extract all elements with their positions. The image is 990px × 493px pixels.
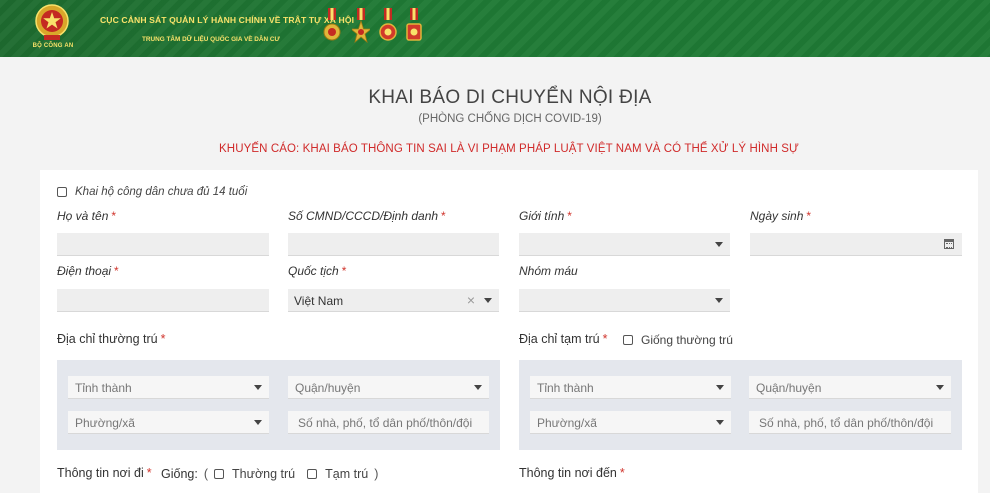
- medal-icon: [406, 8, 422, 41]
- same-departure-group: Giống: ( Thường trú Tạm trú ): [161, 467, 378, 481]
- page-title: KHAI BÁO DI CHUYỂN NỘI ĐỊA: [368, 87, 652, 108]
- id-number-input[interactable]: [288, 233, 499, 256]
- phone-label: Điện thoại *: [57, 264, 119, 278]
- nationality-select[interactable]: Việt Nam ×: [288, 289, 499, 312]
- same-temporary-checkbox[interactable]: [307, 469, 318, 479]
- medal-icon: [379, 8, 397, 41]
- proxy-declare-label: Khai hộ công dân chưa đủ 14 tuổi: [75, 186, 248, 198]
- police-emblem-icon: [35, 4, 69, 40]
- district-placeholder: Quận/huyện: [756, 381, 822, 395]
- permanent-street-input[interactable]: Số nhà, phố, tổ dân phố/thôn/đội: [288, 411, 489, 434]
- nationality-label: Quốc tịch *: [288, 264, 346, 278]
- paren-open: (: [203, 467, 209, 481]
- required-mark: *: [567, 209, 572, 223]
- temporary-street-input[interactable]: Số nhà, phố, tổ dân phố/thôn/đội: [749, 411, 951, 434]
- required-mark: *: [114, 264, 119, 278]
- destination-label: Thông tin nơi đến *: [519, 466, 625, 480]
- birth-date-label-text: Ngày sinh: [750, 209, 804, 223]
- caret-down-icon: [716, 420, 724, 425]
- banner-pattern: [0, 0, 990, 57]
- checkbox-box[interactable]: [623, 335, 633, 345]
- header-banner: BỘ CÔNG AN CỤC CẢNH SÁT QUẢN LÝ HÀNH CHÍ…: [0, 0, 990, 57]
- required-mark: *: [441, 209, 446, 223]
- caret-down-icon: [254, 420, 262, 425]
- destination-label-text: Thông tin nơi đến: [519, 466, 617, 480]
- birth-date-label: Ngày sinh *: [750, 209, 811, 223]
- paren-close: ): [374, 467, 379, 481]
- temporary-address-label: Địa chỉ tạm trú *: [519, 332, 607, 346]
- caret-down-icon: [936, 385, 944, 390]
- full-name-label: Họ và tên *: [57, 209, 116, 223]
- required-mark: *: [602, 332, 608, 346]
- permanent-province-select[interactable]: Tỉnh thành: [68, 376, 269, 399]
- gender-label-text: Giới tính: [519, 209, 565, 223]
- page-subtitle: (PHÒNG CHỐNG DỊCH COVID-19): [418, 113, 602, 125]
- caret-down-icon: [715, 242, 723, 247]
- permanent-address-label: Địa chỉ thường trú *: [57, 332, 166, 346]
- full-name-label-text: Họ và tên: [57, 209, 109, 223]
- nationality-label-text: Quốc tịch: [288, 264, 339, 278]
- id-number-label-text: Số CMND/CCCD/Định danh: [288, 209, 439, 223]
- required-mark: *: [341, 264, 347, 278]
- same-label: Giống:: [161, 467, 198, 481]
- same-as-permanent-label: Giống thường trú: [641, 333, 733, 347]
- departure-label-text: Thông tin nơi đi: [57, 466, 144, 480]
- gender-label: Giới tính *: [519, 209, 572, 223]
- medal-icon: [323, 8, 341, 41]
- required-mark: *: [806, 209, 812, 223]
- emblem-label: BỘ CÔNG AN: [32, 43, 74, 49]
- birth-date-input[interactable]: [750, 233, 962, 256]
- phone-input[interactable]: [57, 289, 269, 312]
- gender-select[interactable]: [519, 233, 730, 256]
- full-name-input[interactable]: [57, 233, 269, 256]
- temporary-ward-select[interactable]: Phường/xã: [530, 411, 731, 434]
- id-number-label: Số CMND/CCCD/Định danh *: [288, 209, 446, 223]
- district-placeholder: Quận/huyện: [295, 381, 361, 395]
- temporary-address-label-text: Địa chỉ tạm trú: [519, 332, 600, 346]
- calendar-icon[interactable]: [944, 239, 954, 249]
- checkbox-box[interactable]: [57, 187, 67, 197]
- caret-down-icon: [716, 385, 724, 390]
- proxy-declare-checkbox[interactable]: Khai hộ công dân chưa đủ 14 tuổi: [57, 186, 247, 198]
- permanent-address-label-text: Địa chỉ thường trú: [57, 332, 158, 346]
- required-mark: *: [111, 209, 117, 223]
- temporary-district-select[interactable]: Quận/huyện: [749, 376, 951, 399]
- temporary-address-box: [519, 360, 962, 450]
- caret-down-icon: [474, 385, 482, 390]
- caret-down-icon: [484, 298, 492, 303]
- permanent-district-select[interactable]: Quận/huyện: [288, 376, 489, 399]
- province-placeholder: Tỉnh thành: [537, 381, 594, 395]
- permanent-ward-select[interactable]: Phường/xã: [68, 411, 269, 434]
- same-temporary-label: Tạm trú: [325, 467, 369, 481]
- same-as-permanent-checkbox[interactable]: Giống thường trú: [623, 333, 733, 347]
- legal-warning: KHUYẾN CÁO: KHAI BÁO THÔNG TIN SAI LÀ VI…: [219, 143, 799, 155]
- blood-type-label: Nhóm máu: [519, 264, 578, 278]
- permanent-address-box: [57, 360, 500, 450]
- blood-type-select[interactable]: [519, 289, 730, 312]
- org-title: CỤC CẢNH SÁT QUẢN LÝ HÀNH CHÍNH VỀ TRẬT …: [100, 15, 355, 25]
- phone-label-text: Điện thoại: [57, 264, 112, 278]
- temporary-province-select[interactable]: Tỉnh thành: [530, 376, 731, 399]
- required-mark: *: [160, 332, 166, 346]
- province-placeholder: Tỉnh thành: [75, 381, 132, 395]
- street-placeholder: Số nhà, phố, tổ dân phố/thôn/đội: [298, 416, 473, 430]
- nationality-value: Việt Nam: [294, 294, 344, 308]
- medal-icon: [352, 8, 370, 44]
- required-mark: *: [619, 466, 625, 480]
- caret-down-icon: [715, 298, 723, 303]
- same-permanent-label: Thường trú: [232, 467, 296, 481]
- departure-label: Thông tin nơi đi *: [57, 466, 152, 480]
- ward-placeholder: Phường/xã: [537, 416, 597, 430]
- same-permanent-checkbox[interactable]: [214, 469, 225, 479]
- required-mark: *: [146, 466, 152, 480]
- caret-down-icon: [254, 385, 262, 390]
- street-placeholder: Số nhà, phố, tổ dân phố/thôn/đội: [759, 416, 934, 430]
- org-subtitle: TRUNG TÂM DỮ LIỆU QUỐC GIA VỀ DÂN CƯ: [142, 36, 280, 43]
- ward-placeholder: Phường/xã: [75, 416, 135, 430]
- clear-icon[interactable]: ×: [467, 292, 475, 308]
